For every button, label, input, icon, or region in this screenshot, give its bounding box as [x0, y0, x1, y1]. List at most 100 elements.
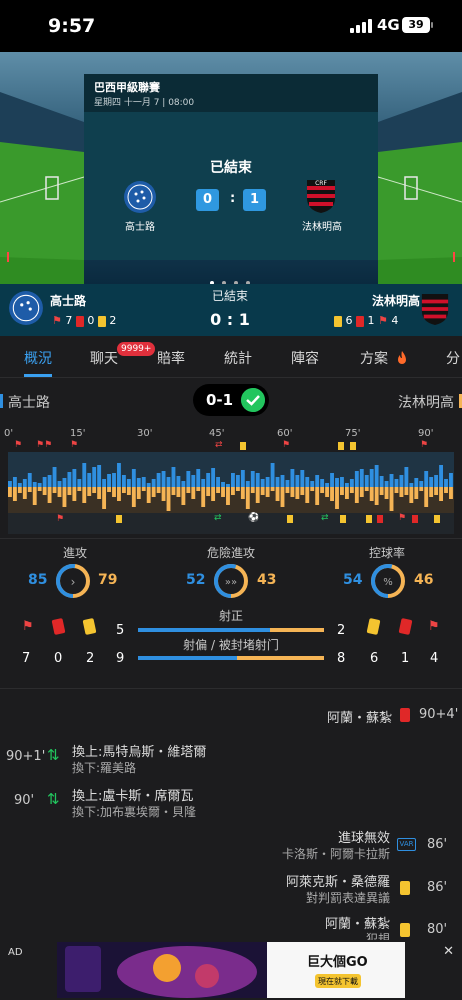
home-momentum-bar	[349, 479, 354, 487]
home-momentum-bar	[136, 478, 141, 487]
home-team-name: 高士路	[125, 222, 155, 233]
home-momentum-bar	[176, 476, 181, 487]
home-yellows: 2	[109, 314, 117, 327]
home-momentum-bar	[335, 478, 339, 487]
red-card-icon	[356, 315, 364, 327]
away-momentum-bar	[82, 487, 87, 503]
off-target-label: 射偏 / 被封堵射门	[183, 638, 279, 652]
away-momentum-bar	[379, 487, 384, 495]
away-momentum-bar	[439, 487, 443, 501]
signal-icon	[350, 19, 372, 33]
yellow-card-event-icon	[338, 442, 344, 450]
away-momentum-bar	[315, 487, 320, 505]
tab-plans[interactable]: 方案	[360, 348, 388, 368]
ad-banner[interactable]: 巨大個GO 現在就下載	[57, 942, 405, 998]
tab-overview[interactable]: 概況	[24, 348, 52, 368]
away-momentum-bar	[260, 487, 265, 495]
event-minute: 86'	[427, 837, 448, 852]
away-momentum-bar	[250, 487, 255, 493]
home-momentum-bar	[146, 483, 151, 487]
corner-flag-icon: ⚑	[428, 619, 440, 634]
corner-event-icon: ⚑⚑	[36, 440, 53, 450]
away-momentum-bar	[285, 487, 290, 493]
away-momentum-bar	[171, 487, 176, 495]
tab-more[interactable]: 分	[446, 348, 460, 368]
away-momentum-bar	[92, 487, 97, 493]
away-momentum-bar	[126, 487, 131, 495]
red-card-event-icon	[412, 515, 418, 523]
away-momentum-bar	[107, 487, 111, 492]
triple-chevron-icon: »»	[225, 577, 237, 588]
match-hero[interactable]: 巴西甲級聯賽 星期四 十一月 7 | 08:00 已結束 CRF 0 : 1 高…	[0, 52, 462, 284]
away-momentum-bar	[359, 487, 364, 497]
home-momentum-bar	[255, 473, 260, 487]
event-minute: 90'	[14, 793, 35, 808]
clock: 9:57	[48, 15, 96, 37]
sub-in: 換上:馬特烏斯・維塔爾	[72, 745, 207, 760]
away-momentum-bar	[424, 487, 429, 507]
away-momentum-bar	[186, 487, 191, 493]
away-momentum-bar	[121, 487, 126, 493]
away-momentum-bar	[201, 487, 206, 507]
home-reds: 0	[87, 314, 95, 327]
home-momentum-bar	[354, 471, 359, 487]
home-momentum-bar	[429, 477, 434, 487]
tab-stats[interactable]: 統計	[224, 348, 252, 368]
goal-event-icon: ⚽	[248, 513, 260, 523]
home-momentum-bar	[265, 477, 270, 487]
danger-away-value: 43	[257, 572, 277, 588]
home-momentum-bar	[47, 475, 52, 487]
sub-in: 換上:盧卡斯・席爾瓦	[72, 789, 194, 804]
momentum-timeline[interactable]: 0' 15' 30' 45' 60' 75' 90' ⚑ ⚑⚑ ⚑ ⇄ ⚑ ⚑ …	[0, 424, 462, 534]
carousel-dots[interactable]	[210, 270, 258, 284]
ad-close-button[interactable]: ✕	[443, 944, 454, 959]
away-momentum-bar	[330, 487, 334, 501]
away-momentum-bar	[47, 487, 52, 503]
away-momentum-bar	[156, 487, 161, 493]
home-momentum-bar	[394, 479, 399, 487]
tab-chat[interactable]: 聊天	[90, 348, 118, 368]
event-minute: 80'	[427, 922, 448, 937]
away-momentum-bar	[141, 487, 146, 491]
home-momentum-bar	[166, 477, 171, 487]
on-target-bar	[138, 628, 324, 632]
corner-event-icon: ⚑	[70, 440, 79, 450]
home-momentum-bar	[161, 471, 166, 487]
away-momentum-bar	[57, 487, 62, 497]
tab-odds[interactable]: 賠率	[157, 348, 185, 368]
home-momentum-bar	[389, 474, 394, 487]
away-momentum-bar	[62, 487, 67, 507]
away-momentum-bar	[295, 487, 300, 499]
ad-download-button[interactable]: 現在就下載	[315, 976, 361, 987]
home-momentum-bar	[419, 481, 424, 487]
danger-label: 危險進攻	[206, 546, 255, 560]
red-card-icon	[398, 618, 413, 635]
away-crest-icon: CRF	[307, 180, 335, 213]
off-target-home-fill	[138, 656, 237, 660]
away-momentum-bar	[8, 487, 12, 497]
event-detail: 對判罰表達異議	[305, 891, 390, 905]
home-momentum-bar	[359, 469, 364, 487]
home-momentum-bar	[374, 465, 379, 487]
home-momentum-bar	[201, 479, 206, 487]
away-momentum-bar	[305, 487, 310, 503]
home-color-marker	[0, 394, 3, 408]
on-target-away: 2	[337, 623, 346, 638]
away-momentum-bar	[364, 487, 369, 491]
home-momentum-bar	[379, 476, 384, 487]
home-momentum-bar	[131, 469, 136, 487]
home-momentum-bar	[221, 482, 225, 487]
tab-lineup[interactable]: 陣容	[291, 348, 319, 368]
match-info-card: 巴西甲級聯賽 星期四 十一月 7 | 08:00 已結束 CRF 0 : 1 高…	[84, 74, 378, 260]
minute-label: 0'	[4, 428, 14, 439]
home-crest-small-icon	[9, 291, 43, 325]
home-momentum-bar	[77, 479, 82, 487]
away-momentum-bar	[444, 487, 448, 493]
home-momentum-bar	[42, 477, 47, 487]
substitution-event-icon: ⇄	[214, 513, 222, 523]
away-momentum-bar	[270, 487, 275, 491]
off-target-home: 9	[116, 651, 125, 666]
away-momentum-bar	[211, 487, 216, 501]
away-momentum-bar	[22, 487, 27, 499]
away-momentum-bar	[32, 487, 37, 505]
